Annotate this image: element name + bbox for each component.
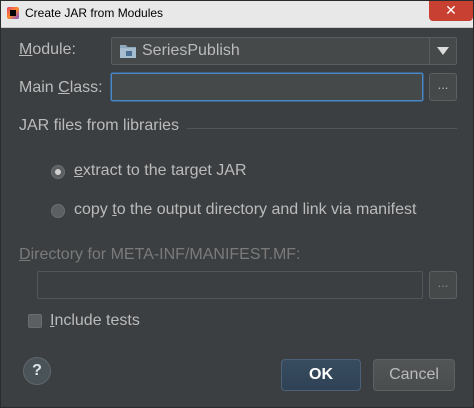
create-jar-dialog: Create JAR from Modules ✕ Module: Series… [0, 0, 474, 408]
manifest-dir-label: Directory for META-INF/MANIFEST.MF: [19, 246, 301, 263]
copy-radio[interactable] [51, 204, 65, 218]
module-folder-icon [120, 45, 136, 58]
main-class-browse-button[interactable]: ... [429, 73, 457, 101]
module-dropdown-button[interactable] [429, 38, 456, 64]
manifest-dir-input[interactable] [37, 271, 423, 299]
manifest-dir-browse-button[interactable]: ... [429, 271, 457, 299]
module-select-value: SeriesPublish [142, 42, 240, 59]
help-button[interactable]: ? [23, 357, 51, 385]
chevron-down-icon [437, 47, 449, 55]
group-separator [187, 128, 457, 129]
close-button[interactable]: ✕ [429, 1, 473, 21]
module-select[interactable]: SeriesPublish [111, 37, 457, 65]
ok-button[interactable]: OK [281, 359, 361, 391]
jar-files-group-title: JAR files from libraries [19, 117, 180, 134]
help-icon: ? [32, 362, 42, 379]
title-bar[interactable]: Create JAR from Modules ✕ [1, 1, 473, 28]
extract-radio-label[interactable]: extract to the target JAR [74, 162, 247, 180]
close-icon: ✕ [445, 3, 457, 19]
main-class-label: Main Class: [19, 79, 103, 96]
include-tests-checkbox[interactable] [28, 314, 42, 328]
module-label: Module: [19, 41, 76, 58]
main-class-input[interactable] [111, 73, 423, 101]
cancel-button[interactable]: Cancel [373, 359, 455, 391]
include-tests-label[interactable]: Include tests [50, 312, 140, 330]
intellij-app-icon [7, 7, 19, 19]
dialog-title: Create JAR from Modules [25, 6, 164, 20]
copy-radio-label[interactable]: copy to the output directory and link vi… [74, 201, 416, 219]
extract-radio[interactable] [51, 165, 65, 179]
